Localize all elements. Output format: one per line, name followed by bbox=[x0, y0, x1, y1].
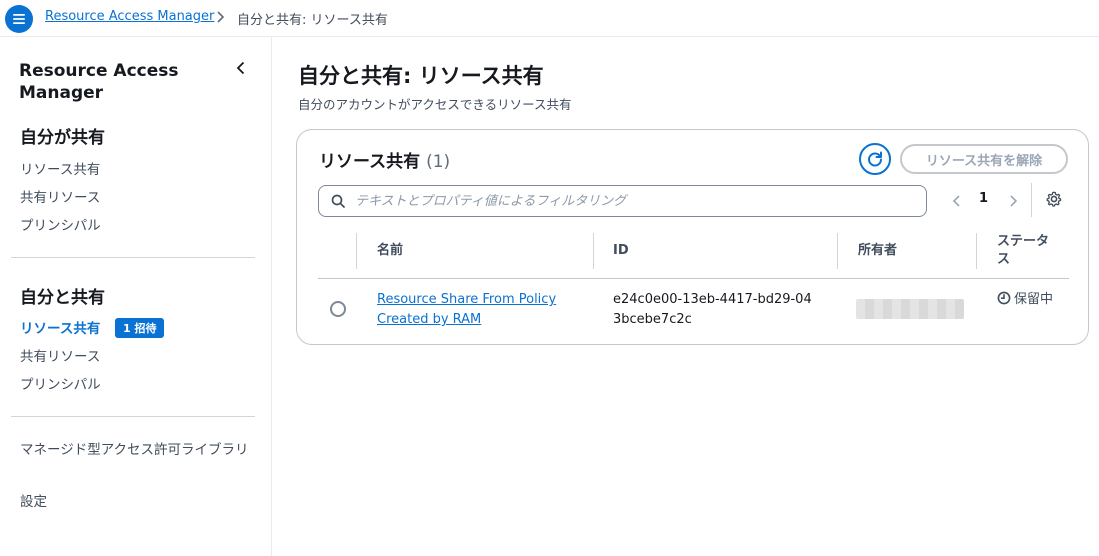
sidebar-item-managed-permissions[interactable]: マネージド型アクセス許可ライブラリ bbox=[20, 441, 250, 460]
sidebar-item-settings[interactable]: 設定 bbox=[20, 490, 47, 510]
sidebar-item-my-resource-shares[interactable]: リソース共有 bbox=[20, 158, 100, 178]
pagination-divider bbox=[1031, 183, 1032, 217]
column-separator bbox=[837, 233, 838, 269]
refresh-button[interactable] bbox=[859, 143, 891, 175]
page-description: 自分のアカウントがアクセスできるリソース共有 bbox=[298, 97, 572, 112]
section-heading-shared-with-me: 自分と共有 bbox=[20, 288, 105, 308]
row-select-radio[interactable] bbox=[330, 301, 346, 317]
resource-shares-card: リソース共有 (1) リソース共有を解除 1 名前 ID 所有者 ステータス bbox=[296, 129, 1089, 345]
resource-share-name-link[interactable]: Resource Share From Policy Created by RA… bbox=[377, 290, 577, 330]
column-separator bbox=[593, 233, 594, 269]
column-separator bbox=[976, 233, 977, 269]
clock-icon bbox=[997, 291, 1011, 305]
page-title: 自分と共有: リソース共有 bbox=[298, 64, 544, 88]
column-header-status[interactable]: ステータス bbox=[997, 233, 1049, 269]
sidebar: Resource Access Manager 自分が共有 リソース共有 共有リ… bbox=[0, 37, 272, 556]
sidebar-title[interactable]: Resource Access Manager bbox=[19, 60, 219, 104]
status-cell: 保留中 bbox=[997, 290, 1057, 310]
sidebar-item-resource-shares-active[interactable]: リソース共有 bbox=[20, 317, 100, 337]
pagination-prev-icon[interactable] bbox=[950, 191, 964, 211]
chevron-left-icon[interactable] bbox=[233, 60, 249, 76]
unshare-resource-button[interactable]: リソース共有を解除 bbox=[900, 144, 1068, 174]
column-separator bbox=[356, 233, 357, 269]
hamburger-menu-icon bbox=[13, 14, 25, 24]
search-icon bbox=[331, 194, 345, 208]
sidebar-divider bbox=[11, 416, 255, 417]
search-filter[interactable] bbox=[318, 185, 927, 217]
sidebar-divider bbox=[11, 257, 255, 258]
search-input[interactable] bbox=[355, 193, 915, 209]
sidebar-item-my-shared-resources[interactable]: 共有リソース bbox=[20, 186, 100, 206]
section-heading-shared-by-me: 自分が共有 bbox=[20, 128, 105, 148]
resource-share-id: e24c0e00-13eb-4417-bd29-043bcebe7c2c bbox=[613, 292, 812, 327]
card-title-text: リソース共有 bbox=[319, 152, 421, 172]
card-title: リソース共有 (1) bbox=[319, 147, 450, 172]
sidebar-item-principals[interactable]: プリンシパル bbox=[20, 373, 101, 393]
column-header-owner[interactable]: 所有者 bbox=[858, 242, 897, 260]
refresh-icon bbox=[868, 151, 882, 167]
gear-icon[interactable] bbox=[1045, 190, 1063, 208]
sidebar-item-my-principals[interactable]: プリンシパル bbox=[20, 214, 101, 234]
breadcrumb-root-link[interactable]: Resource Access Manager bbox=[45, 9, 214, 24]
owner-redacted bbox=[856, 299, 964, 319]
status-text: 保留中 bbox=[1014, 292, 1054, 307]
column-header-name[interactable]: 名前 bbox=[377, 242, 403, 260]
pagination-page-number[interactable]: 1 bbox=[979, 191, 988, 206]
breadcrumb-current: 自分と共有: リソース共有 bbox=[237, 13, 388, 28]
column-header-id[interactable]: ID bbox=[613, 242, 629, 260]
sidebar-item-shared-resources[interactable]: 共有リソース bbox=[20, 345, 100, 365]
chevron-right-icon bbox=[217, 11, 225, 23]
top-breadcrumb-bar: Resource Access Manager 自分と共有: リソース共有 bbox=[0, 0, 1099, 37]
table-header-divider bbox=[318, 278, 1069, 279]
pagination-next-icon[interactable] bbox=[1006, 191, 1020, 211]
invitation-badge: 1 招待 bbox=[115, 318, 165, 338]
menu-button[interactable] bbox=[5, 5, 33, 33]
card-count: (1) bbox=[426, 152, 451, 172]
